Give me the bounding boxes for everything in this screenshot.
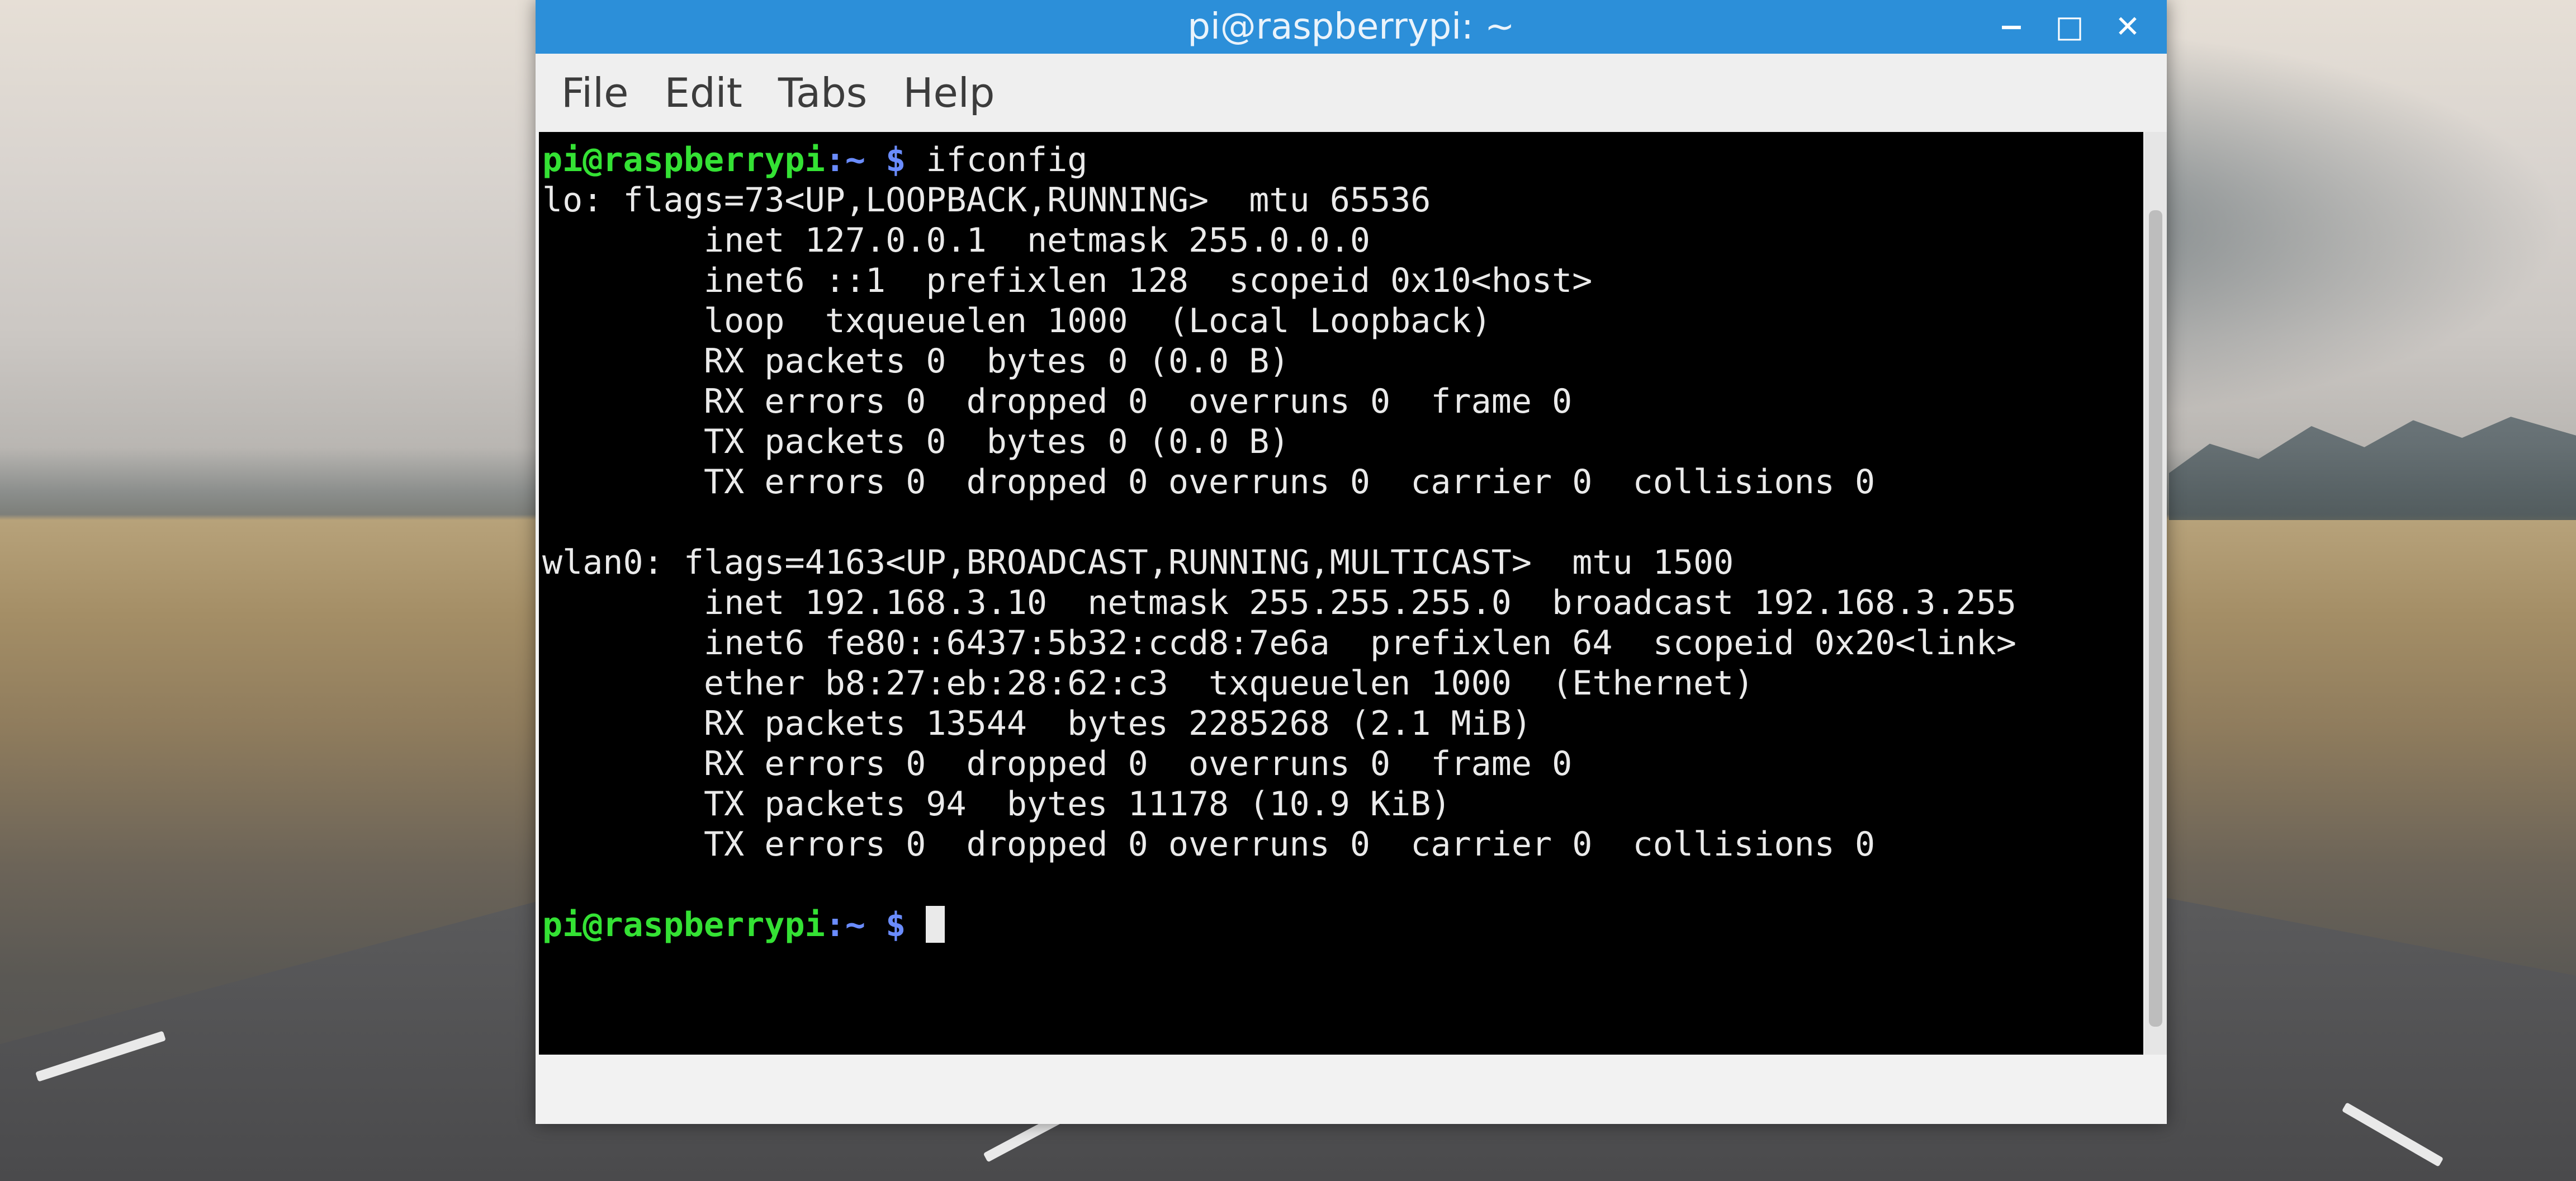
menu-tabs[interactable]: Tabs: [778, 69, 867, 116]
prompt-user: pi@raspberrypi: [542, 905, 825, 944]
output-line: RX errors 0 dropped 0 overruns 0 frame 0: [542, 382, 1573, 421]
output-line: inet 127.0.0.1 netmask 255.0.0.0: [542, 221, 1371, 260]
output-line: loop txqueuelen 1000 (Local Loopback): [542, 301, 1491, 341]
scrollbar-thumb[interactable]: [2149, 210, 2162, 1027]
active-prompt-line[interactable]: pi@raspberrypi:~ $: [542, 905, 2143, 945]
command-line: pi@raspberrypi:~ $ ifconfig: [542, 140, 2143, 180]
output-line: ether b8:27:eb:28:62:c3 txqueuelen 1000 …: [542, 664, 1754, 703]
window-bottom-frame: [536, 1055, 2167, 1124]
output-line: TX errors 0 dropped 0 overruns 0 carrier…: [542, 825, 1876, 864]
close-icon[interactable]: ✕: [2111, 10, 2144, 44]
window-titlebar[interactable]: pi@raspberrypi: ~ − □ ✕: [536, 0, 2167, 54]
prompt-user: pi@raspberrypi: [542, 140, 825, 179]
output-line: TX packets 0 bytes 0 (0.0 B): [542, 422, 1290, 461]
menu-help[interactable]: Help: [903, 69, 995, 116]
output-line: inet6 ::1 prefixlen 128 scopeid 0x10<hos…: [542, 261, 1593, 300]
prompt-path: ~ $: [845, 140, 906, 179]
terminal-output[interactable]: pi@raspberrypi:~ $ ifconfig lo: flags=73…: [539, 132, 2143, 1055]
menu-edit[interactable]: Edit: [664, 69, 742, 116]
output-line: inet 192.168.3.10 netmask 255.255.255.0 …: [542, 583, 2016, 622]
window-title: pi@raspberrypi: ~: [1187, 6, 1515, 48]
command-text: ifconfig: [926, 140, 1088, 179]
window-controls: − □ ✕: [1995, 10, 2144, 44]
menu-bar: File Edit Tabs Help: [536, 54, 2167, 132]
text-cursor: [926, 906, 945, 943]
output-line: TX packets 94 bytes 11178 (10.9 KiB): [542, 785, 1451, 824]
prompt-path: ~ $: [845, 905, 906, 944]
terminal-window[interactable]: pi@raspberrypi: ~ − □ ✕ File Edit Tabs H…: [536, 0, 2167, 1124]
menu-file[interactable]: File: [561, 69, 628, 116]
output-line: RX packets 13544 bytes 2285268 (2.1 MiB): [542, 704, 1532, 743]
output-line: inet6 fe80::6437:5b32:ccd8:7e6a prefixle…: [542, 623, 2016, 663]
prompt-separator: :: [825, 140, 845, 179]
vertical-scrollbar[interactable]: [2144, 132, 2167, 1055]
output-line: TX errors 0 dropped 0 overruns 0 carrier…: [542, 462, 1876, 502]
output-line: lo: flags=73<UP,LOOPBACK,RUNNING> mtu 65…: [542, 181, 1431, 220]
output-line: RX errors 0 dropped 0 overruns 0 frame 0: [542, 744, 1573, 783]
output-line: RX packets 0 bytes 0 (0.0 B): [542, 342, 1290, 381]
maximize-icon[interactable]: □: [2053, 10, 2086, 44]
minimize-icon[interactable]: −: [1995, 10, 2028, 44]
output-line: wlan0: flags=4163<UP,BROADCAST,RUNNING,M…: [542, 543, 1734, 582]
prompt-separator: :: [825, 905, 845, 944]
